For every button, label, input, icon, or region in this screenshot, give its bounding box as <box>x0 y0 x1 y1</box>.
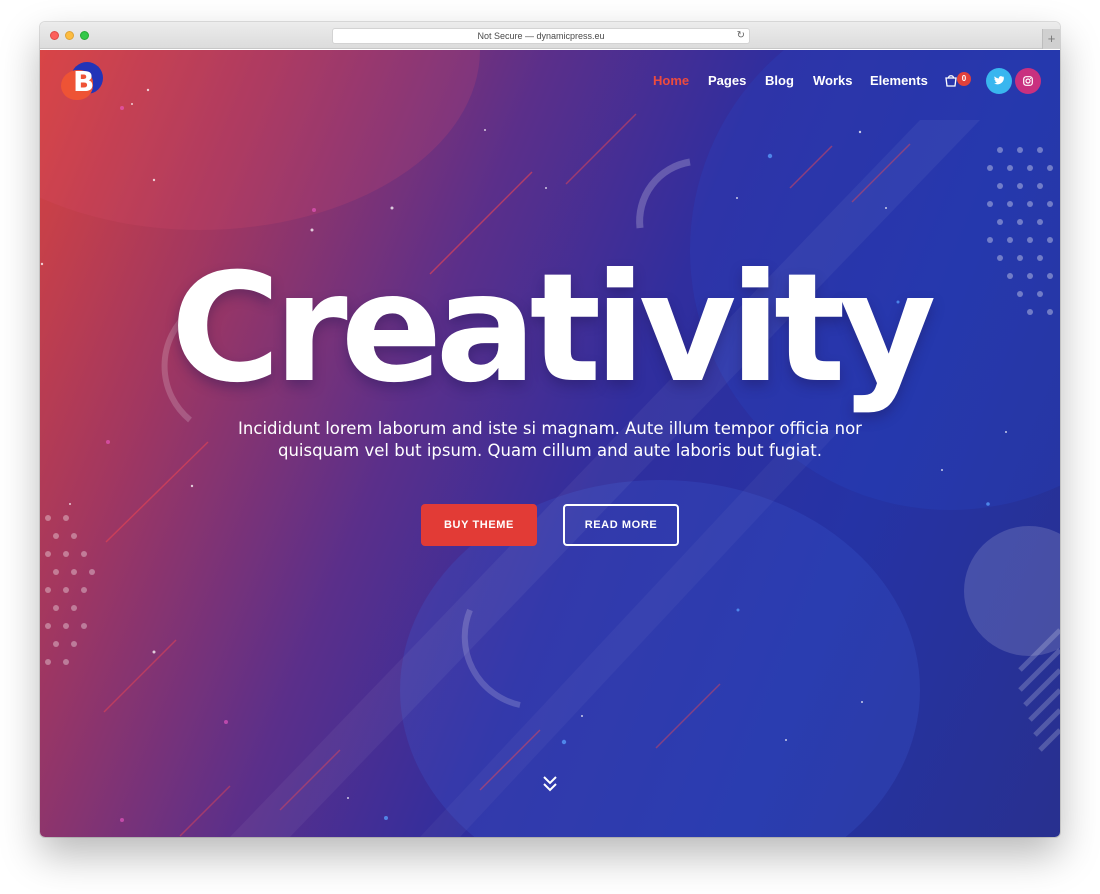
instagram-icon <box>1023 76 1033 86</box>
reload-icon[interactable]: ↻ <box>737 29 745 43</box>
instagram-button[interactable] <box>1015 68 1041 94</box>
twitter-icon <box>994 76 1004 85</box>
browser-window: Not Secure — dynamicpress.eu ↻ + B Home … <box>40 22 1060 837</box>
nav-item-works[interactable]: Works <box>813 73 853 88</box>
main-nav: Home Pages Blog Works Elements <box>40 73 1060 93</box>
hero-section: B Home Pages Blog Works Elements 0 Creat… <box>40 50 1060 837</box>
zoom-window-button[interactable] <box>80 31 89 40</box>
close-window-button[interactable] <box>50 31 59 40</box>
cart-count-badge: 0 <box>957 72 971 86</box>
address-text: Not Secure — dynamicpress.eu <box>477 31 605 41</box>
nav-item-elements[interactable]: Elements <box>870 73 928 88</box>
cart-button[interactable]: 0 <box>944 70 972 92</box>
chevron-double-down-icon[interactable] <box>540 774 560 794</box>
nav-item-pages[interactable]: Pages <box>708 73 746 88</box>
shopping-bag-icon <box>945 75 957 87</box>
browser-titlebar: Not Secure — dynamicpress.eu ↻ + <box>40 22 1060 49</box>
twitter-button[interactable] <box>986 68 1012 94</box>
hero-subtitle-line-2: quisquam vel but ipsum. Quam cillum and … <box>277 441 822 460</box>
hero-headline: Creativity <box>170 242 937 416</box>
address-bar[interactable]: Not Secure — dynamicpress.eu ↻ <box>332 28 750 44</box>
buy-theme-button[interactable]: BUY THEME <box>421 504 537 546</box>
read-more-button[interactable]: READ MORE <box>563 504 679 546</box>
hero-subtitle: Incididunt lorem laborum and iste si mag… <box>200 418 900 462</box>
new-tab-button[interactable]: + <box>1042 29 1060 49</box>
nav-item-home[interactable]: Home <box>653 73 689 88</box>
minimize-window-button[interactable] <box>65 31 74 40</box>
nav-item-blog[interactable]: Blog <box>765 73 794 88</box>
hero-subtitle-line-1: Incididunt lorem laborum and iste si mag… <box>238 419 862 438</box>
